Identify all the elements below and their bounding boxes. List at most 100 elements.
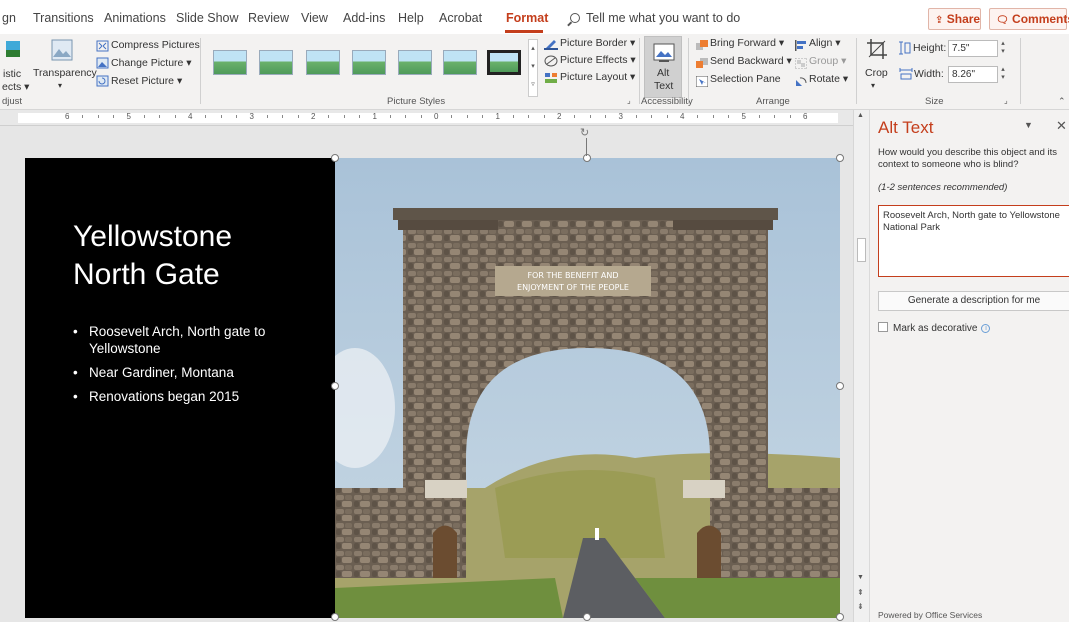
tab-review[interactable]: Review xyxy=(248,11,289,25)
picture-style-3[interactable] xyxy=(306,50,340,75)
picture-style-7-selected[interactable] xyxy=(487,50,521,75)
ruler-number: 2 xyxy=(557,112,562,121)
alt-text-label-1: Alt xyxy=(657,67,670,79)
ruler-tick xyxy=(174,115,176,118)
resize-handle-bottom[interactable] xyxy=(583,613,591,621)
collapse-ribbon-icon[interactable]: ⌃ xyxy=(1058,96,1066,107)
next-slide-icon[interactable]: ⇟ xyxy=(857,602,864,611)
slide-bullet-list[interactable]: Roosevelt Arch, North gate to Yellowston… xyxy=(73,323,323,412)
ruler-tick xyxy=(528,115,530,118)
tab-format[interactable]: Format xyxy=(506,11,548,25)
vertical-scrollbar[interactable]: ▲ ▼ ⇞ ⇟ xyxy=(853,110,869,622)
ruler-tick xyxy=(451,115,453,118)
ribbon: istic ects ▾ Transparency ▾ Compress Pic… xyxy=(0,34,1069,110)
crop-icon[interactable] xyxy=(866,38,888,67)
tab-transitions[interactable]: Transitions xyxy=(33,11,94,25)
transparency-label[interactable]: Transparency xyxy=(33,67,97,79)
ruler-tick xyxy=(543,115,545,118)
artistic-effects-label-1[interactable]: istic xyxy=(3,68,21,80)
tab-help[interactable]: Help xyxy=(398,11,424,25)
accessibility-group-label: Accessibility xyxy=(641,96,693,107)
pane-options-icon[interactable]: ▼ xyxy=(1024,120,1033,130)
resize-handle-bottom-left[interactable] xyxy=(331,613,339,621)
share-button[interactable]: ⇪ Share xyxy=(928,8,981,30)
previous-slide-icon[interactable]: ⇞ xyxy=(857,588,864,597)
width-spinner[interactable]: ▴ ▾ xyxy=(998,66,1008,83)
mark-decorative-checkbox[interactable] xyxy=(878,322,888,332)
slide-title-line-2: North Gate xyxy=(73,258,220,291)
slide-text-panel[interactable]: Yellowstone North Gate Roosevelt Arch, N… xyxy=(25,158,335,618)
ruler-tick xyxy=(697,115,699,118)
group-button[interactable]: Group ▾ xyxy=(809,55,846,67)
picture-style-5[interactable] xyxy=(398,50,432,75)
bring-forward-button[interactable]: Bring Forward ▾ xyxy=(710,37,784,49)
ruler-tick xyxy=(420,115,422,118)
transparency-icon[interactable] xyxy=(51,39,73,61)
reset-picture-button[interactable]: Reset Picture ▾ xyxy=(111,75,182,87)
change-picture-button[interactable]: Change Picture ▾ xyxy=(111,57,192,69)
resize-handle-bottom-right[interactable] xyxy=(836,613,844,621)
compress-pictures-button[interactable]: Compress Pictures xyxy=(111,39,200,51)
selection-pane-button[interactable]: Selection Pane xyxy=(710,73,781,85)
resize-handle-left[interactable] xyxy=(331,382,339,390)
arrange-group-label: Arrange xyxy=(756,96,790,107)
picture-style-4[interactable] xyxy=(352,50,386,75)
roosevelt-arch-picture[interactable]: FOR THE BENEFIT AND ENJOYMENT OF THE PEO… xyxy=(335,158,840,618)
ruler-track xyxy=(18,113,838,123)
scroll-down-icon[interactable]: ▼ xyxy=(857,574,864,581)
ruler-tick xyxy=(297,115,299,118)
scrollbar-thumb[interactable] xyxy=(857,238,866,262)
picture-effects-button[interactable]: Picture Effects ▾ xyxy=(560,54,636,66)
mark-decorative-row[interactable]: Mark as decorative i xyxy=(878,322,991,334)
crop-label[interactable]: Crop xyxy=(865,67,888,79)
info-icon[interactable]: i xyxy=(981,324,991,333)
selection-pane-icon xyxy=(695,74,709,92)
search-icon xyxy=(570,13,580,23)
comments-button[interactable]: 🗨 Comments xyxy=(989,8,1069,30)
ruler-number: 5 xyxy=(126,112,131,121)
tab-slide-show[interactable]: Slide Show xyxy=(176,11,239,25)
ribbon-separator xyxy=(688,38,689,104)
alt-text-input[interactable]: Roosevelt Arch, North gate to Yellowston… xyxy=(878,205,1069,277)
artistic-effects-icon[interactable] xyxy=(5,40,21,58)
ribbon-tab-bar: gn Transitions Animations Slide Show Rev… xyxy=(0,0,1069,34)
slide-title[interactable]: Yellowstone North Gate xyxy=(73,218,232,294)
tab-acrobat[interactable]: Acrobat xyxy=(439,11,482,25)
crop-dropdown[interactable]: ▾ xyxy=(871,81,875,90)
send-backward-icon xyxy=(696,56,708,74)
transparency-dropdown[interactable]: ▾ xyxy=(58,81,62,90)
height-input[interactable]: 7.5" xyxy=(948,40,998,57)
resize-handle-top-right[interactable] xyxy=(836,154,844,162)
resize-handle-top[interactable] xyxy=(583,154,591,162)
send-backward-button[interactable]: Send Backward ▾ xyxy=(710,55,792,67)
tab-view[interactable]: View xyxy=(301,11,328,25)
rotate-button[interactable]: Rotate ▾ xyxy=(809,73,848,85)
tab-add-ins[interactable]: Add-ins xyxy=(343,11,385,25)
generate-description-button[interactable]: Generate a description for me xyxy=(878,291,1069,311)
picture-layout-button[interactable]: Picture Layout ▾ xyxy=(560,71,635,83)
width-input[interactable]: 8.26" xyxy=(948,66,998,83)
resize-handle-top-left[interactable] xyxy=(331,154,339,162)
size-launcher[interactable]: ⌟ xyxy=(1004,96,1008,105)
tab-animations[interactable]: Animations xyxy=(104,11,166,25)
ruler-tick xyxy=(236,115,238,118)
picture-styles-launcher[interactable]: ⌟ xyxy=(627,96,631,105)
picture-border-button[interactable]: Picture Border ▾ xyxy=(560,37,635,49)
picture-style-2[interactable] xyxy=(259,50,293,75)
alt-text-button[interactable]: Alt Text xyxy=(644,36,682,98)
tab-design[interactable]: gn xyxy=(2,11,16,25)
artistic-effects-label-2[interactable]: ects ▾ xyxy=(2,81,29,93)
height-spinner[interactable]: ▴ ▾ xyxy=(998,40,1008,57)
scroll-up-icon[interactable]: ▲ xyxy=(857,112,864,119)
resize-handle-right[interactable] xyxy=(836,382,844,390)
tell-me-search[interactable]: Tell me what you want to do xyxy=(570,11,740,25)
picture-style-6[interactable] xyxy=(443,50,477,75)
ribbon-separator xyxy=(200,38,201,104)
ruler-tick xyxy=(774,115,776,118)
close-icon[interactable]: ✕ xyxy=(1056,118,1067,134)
picture-style-1[interactable] xyxy=(213,50,247,75)
slide-title-line-1: Yellowstone xyxy=(73,220,233,253)
align-button[interactable]: Align ▾ xyxy=(809,37,841,49)
rotate-handle-icon[interactable]: ↻ xyxy=(580,128,593,139)
gallery-scroll[interactable]: ▴ ▾ ▿ xyxy=(528,39,538,97)
